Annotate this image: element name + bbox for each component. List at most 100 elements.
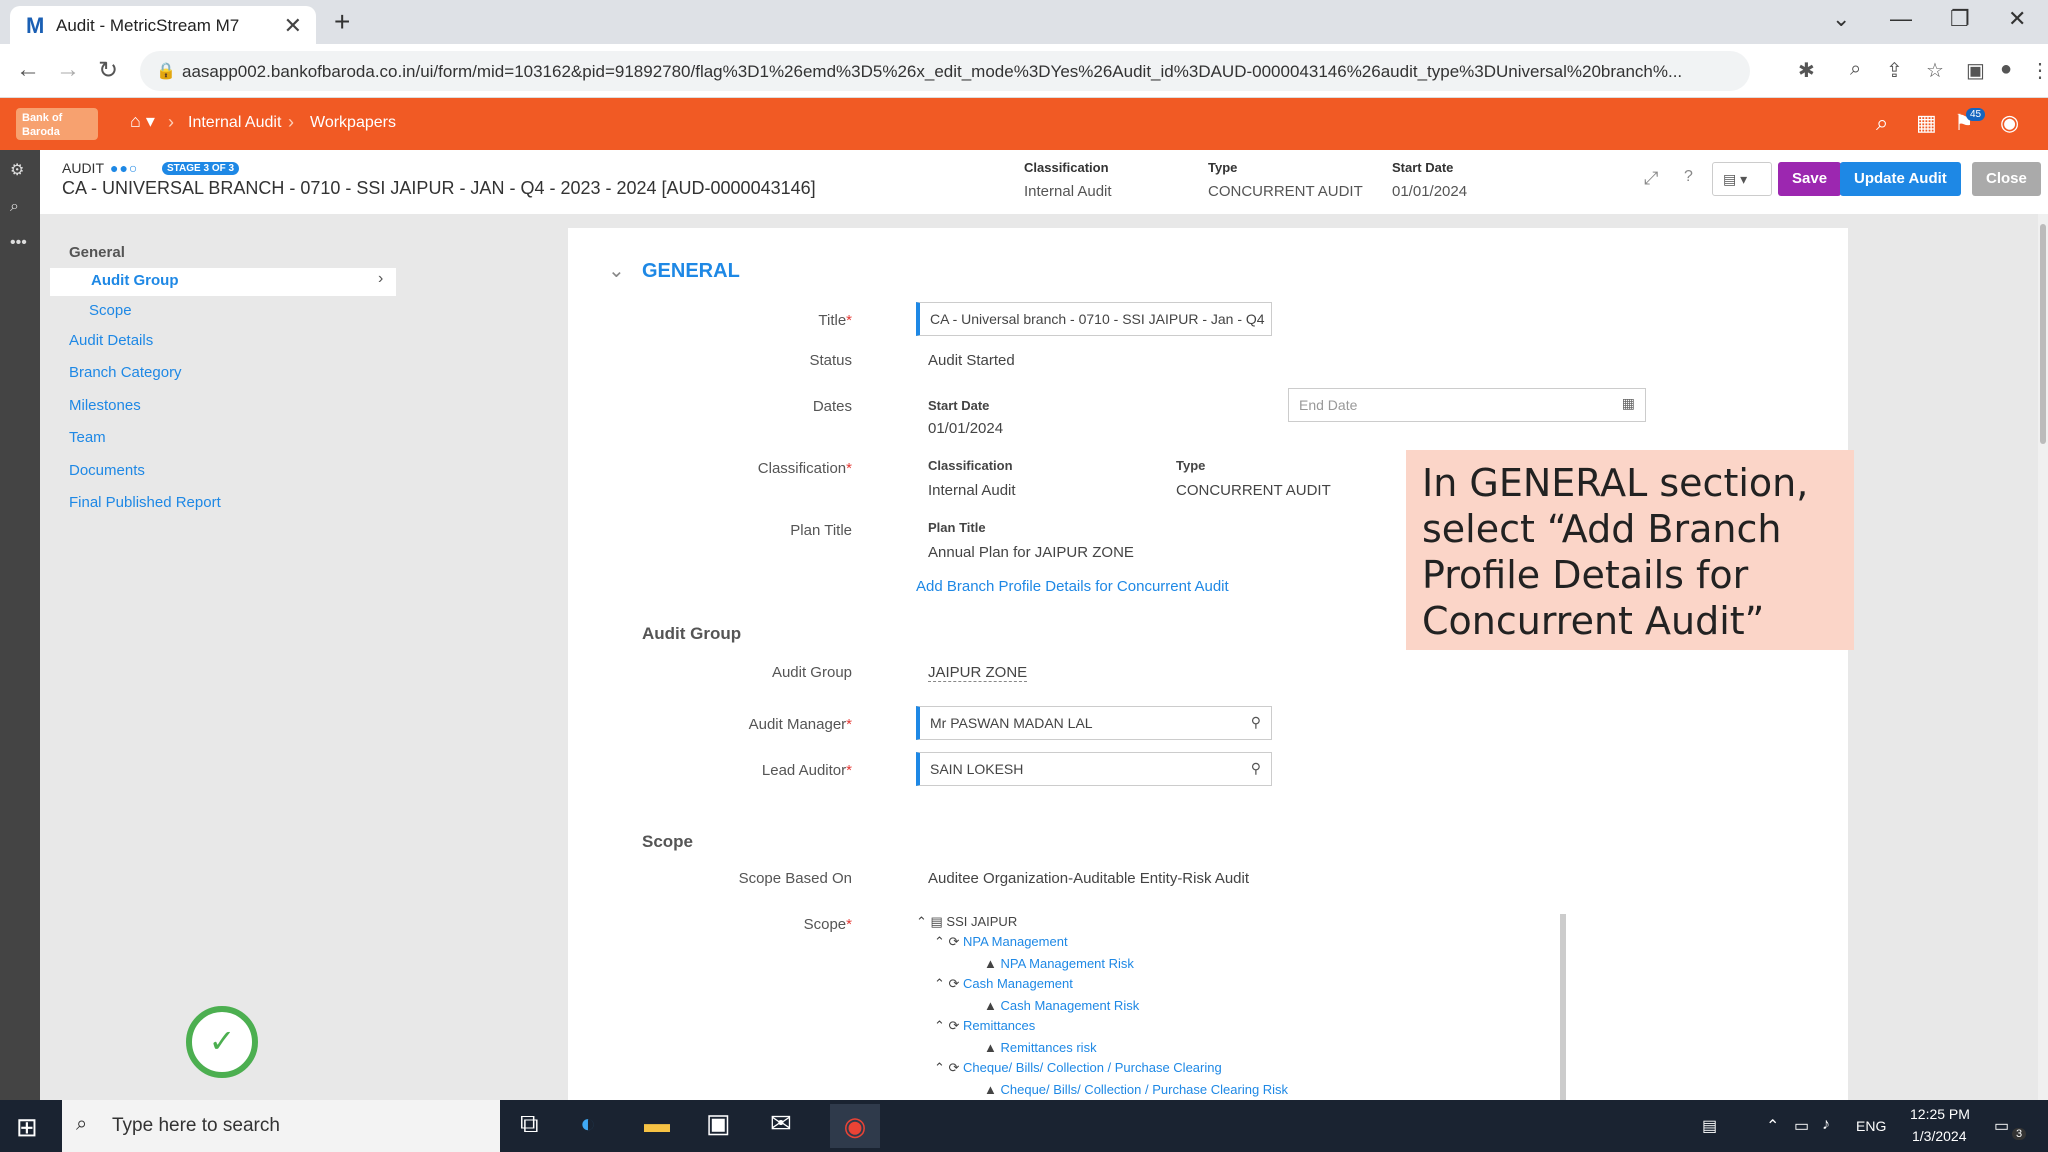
tab-search-icon[interactable]: ⌄ [1832,6,1850,32]
nav-item-documents[interactable]: Documents [69,462,145,479]
audit-group-heading: Audit Group [642,624,742,643]
type-sub-label: Type [1176,458,1206,473]
notification-badge: 45 [1966,108,1986,121]
help-icon[interactable]: ? [1684,168,1693,186]
clock-date[interactable]: 1/3/2024 [1912,1128,1967,1144]
status-value: Audit Started [928,352,1015,369]
breadcrumb-workpapers[interactable]: Workpapers [310,114,396,132]
breadcrumb-separator-icon: › [288,112,294,132]
apps-icon[interactable]: ⚙ [10,160,24,180]
tree-node[interactable]: ⌃ ⟳ NPA Management [934,934,1068,950]
classification-label: Classification* [757,460,852,477]
more-icon[interactable]: ••• [10,234,27,252]
page-scrollbar[interactable] [2038,214,2048,1100]
actions-dropdown[interactable]: ▤ ▾ [1712,162,1772,196]
network-icon[interactable]: ▭ [1794,1116,1809,1136]
chrome-icon[interactable]: ◉ [830,1104,880,1148]
window-close-icon[interactable]: ✕ [2008,6,2026,32]
user-lookup-icon[interactable]: ⚲ [1251,714,1261,731]
url-field[interactable]: 🔒 aasapp002.bankofbaroda.co.in/ui/form/m… [140,51,1750,91]
volume-icon[interactable]: ♪ [1822,1116,1830,1134]
profile-icon[interactable]: ● [2000,58,2012,81]
close-tab-icon[interactable]: ✕ [284,13,302,39]
update-audit-button[interactable]: Update Audit [1840,162,1961,196]
edge-icon[interactable]: ◐ [580,1108,596,1139]
nav-item-milestones[interactable]: Milestones [69,397,141,414]
audit-header: AUDIT ●●○ STAGE 3 OF 3 CA - UNIVERSAL BR… [40,150,2048,214]
chevron-right-icon: › [378,270,384,287]
sidepanel-icon[interactable]: ▣ [1966,58,1985,83]
metricstream-icon: M [26,13,45,38]
star-icon[interactable]: ☆ [1926,58,1944,83]
title-label: Title* [818,312,852,329]
search-icon[interactable]: ⌕ [10,198,19,216]
collapse-icon[interactable]: ⌄ [608,258,625,283]
url-text: aasapp002.bankofbaroda.co.in/ui/form/mid… [182,62,1683,81]
tree-node[interactable]: ⌃ ▤ SSI JAIPUR [916,914,1017,930]
add-branch-profile-link[interactable]: Add Branch Profile Details for Concurren… [916,578,1229,595]
lead-auditor-input[interactable]: SAIN LOKESH ⚲ [916,752,1272,786]
user-avatar-icon[interactable]: ◉ [2000,110,2019,136]
extensions-icon[interactable]: ✱ [1798,58,1815,83]
audit-group-value[interactable]: JAIPUR ZONE [928,664,1028,682]
title-input[interactable]: CA - Universal branch - 0710 - SSI JAIPU… [916,302,1272,336]
save-button[interactable]: Save [1778,162,1842,196]
tree-leaf[interactable]: ▲ Remittances risk [984,1040,1097,1055]
tree-node[interactable]: ⌃ ⟳ Cash Management [934,976,1073,992]
task-view-icon[interactable]: ⧉ [520,1108,539,1140]
taskbar-search-box[interactable]: ⌕ Type here to search [62,1100,500,1152]
header-type: Type CONCURRENT AUDIT [1208,160,1363,200]
calendar-icon[interactable]: ▦ [1622,395,1635,412]
share-icon[interactable]: ⇪ [1886,58,1903,83]
chevron-up-icon[interactable]: ⌃ [1766,1116,1779,1136]
mail-icon[interactable]: ✉ [770,1108,792,1139]
start-date-label: Start Date [928,398,990,413]
scope-tree[interactable]: ⌃ ▤ SSI JAIPUR ⌃ ⟳ NPA Management ▲ NPA … [916,914,1566,1100]
search-icon[interactable]: ⌕ [1876,110,1888,136]
keyboard-icon[interactable]: ▤ [1702,1116,1717,1136]
scope-heading: Scope [642,832,694,851]
notification-center-icon[interactable]: ▭ [1994,1116,2009,1136]
nav-item-audit-group[interactable]: Audit Group [91,272,178,289]
main-form: ⌄ GENERAL Title* CA - Universal branch -… [568,228,1848,1100]
tree-leaf[interactable]: ▲ Cheque/ Bills/ Collection / Purchase C… [984,1082,1288,1097]
end-date-input[interactable]: End Date ▦ [1288,388,1646,422]
store-icon[interactable]: ▣ [706,1108,731,1139]
menu-icon[interactable]: ⋮ [2030,58,2048,83]
home-icon[interactable]: ⌂ ▾ [130,111,155,132]
audit-manager-input[interactable]: Mr PASWAN MADAN LAL ⚲ [916,706,1272,740]
app-header: Bank of Baroda ⌂ ▾ › Internal Audit › Wor… [0,98,2048,150]
clock-time[interactable]: 12:25 PM [1910,1106,1970,1122]
windows-start-icon[interactable]: ⊞ [16,1112,38,1143]
close-button[interactable]: Close [1972,162,2041,196]
browser-tab[interactable]: M Audit - MetricStream M7 ✕ [10,6,316,44]
restore-icon[interactable]: ❐ [1950,6,1970,32]
tree-leaf[interactable]: ▲ NPA Management Risk [984,956,1134,971]
user-lookup-icon[interactable]: ⚲ [1251,760,1261,777]
calendar-icon[interactable]: ▦ [1916,110,1937,136]
tree-node[interactable]: ⌃ ⟳ Cheque/ Bills/ Collection / Purchase… [934,1060,1222,1076]
notification-count: 3 [2012,1128,2027,1140]
lead-auditor-label: Lead Auditor* [761,762,852,779]
scope-label: Scope* [803,916,852,933]
nav-item-final-report[interactable]: Final Published Report [69,494,221,511]
new-tab-icon[interactable]: + [334,6,350,38]
language-indicator[interactable]: ENG [1856,1118,1886,1134]
general-heading: GENERAL [642,260,740,282]
address-bar: ← → ↻ 🔒 aasapp002.bankofbaroda.co.in/ui/… [0,44,2048,98]
nav-item-branch-category[interactable]: Branch Category [69,364,182,381]
tree-leaf[interactable]: ▲ Cash Management Risk [984,998,1139,1013]
plan-title-label: Plan Title [790,522,852,539]
breadcrumb-internal-audit[interactable]: Internal Audit [188,114,281,132]
tree-node[interactable]: ⌃ ⟳ Remittances [934,1018,1035,1034]
file-explorer-icon[interactable]: ▬ [644,1108,670,1139]
minimize-icon[interactable]: — [1890,6,1912,32]
nav-item-audit-details[interactable]: Audit Details [69,332,153,349]
nav-item-team[interactable]: Team [69,429,106,446]
zoom-icon[interactable]: ⌕ [1850,58,1861,81]
nav-item-scope[interactable]: Scope [89,302,132,319]
forward-icon[interactable]: → [56,56,80,84]
expand-icon[interactable]: ⤢ [1644,168,1658,189]
reload-icon[interactable]: ↻ [98,56,118,85]
back-icon[interactable]: ← [16,56,40,84]
